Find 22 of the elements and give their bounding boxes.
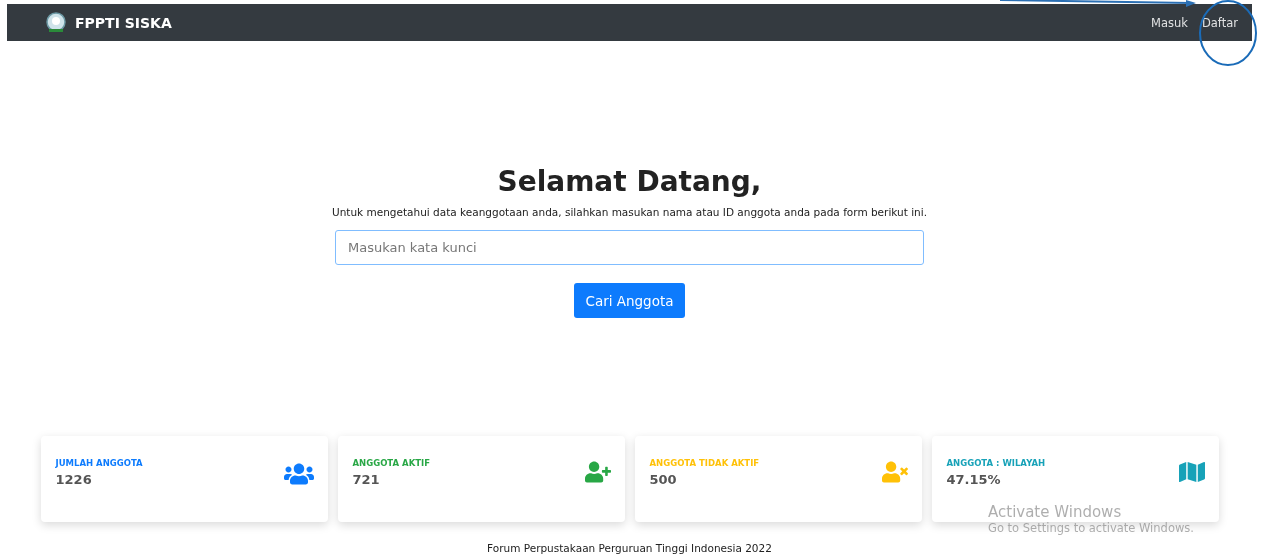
activation-hint: Go to Settings to activate Windows.	[988, 521, 1194, 535]
search-button[interactable]: Cari Anggota	[574, 283, 685, 318]
logo-icon	[45, 11, 67, 34]
welcome-heading: Selamat Datang,	[497, 165, 762, 198]
nav-link[interactable]: Daftar	[1201, 15, 1238, 30]
stat-value: 721	[352, 472, 381, 487]
search-field[interactable]: Masukan kata kunci	[335, 230, 924, 265]
map-icon	[1178, 459, 1205, 485]
activation-title: Activate Windows	[988, 503, 1123, 521]
stat-label: JUMLAH ANGGOTA	[55, 458, 143, 468]
stat-value: 47.15%	[946, 472, 1002, 487]
user-plus-icon	[584, 459, 611, 485]
stat-value: 500	[649, 472, 678, 487]
stat-label: ANGGOTA : WILAYAH	[946, 458, 1046, 468]
brand-name[interactable]: FPPTI SISKA	[75, 14, 172, 31]
footer-text: Forum Perpustakaan Perguruan Tinggi Indonesia 2022	[487, 542, 772, 554]
stat-label: ANGGOTA TIDAK AKTIF	[649, 458, 760, 468]
instruction-text: Untuk mengetahui data keanggotaan anda, silahkan masukan nama atau ID anggota anda pada form berikut ini.	[331, 206, 927, 218]
stat-value: 1226	[55, 472, 93, 487]
user-cross-icon	[881, 459, 908, 485]
stat-label: ANGGOTA AKTIF	[352, 458, 430, 468]
nav-link[interactable]: Masuk	[1151, 15, 1188, 30]
